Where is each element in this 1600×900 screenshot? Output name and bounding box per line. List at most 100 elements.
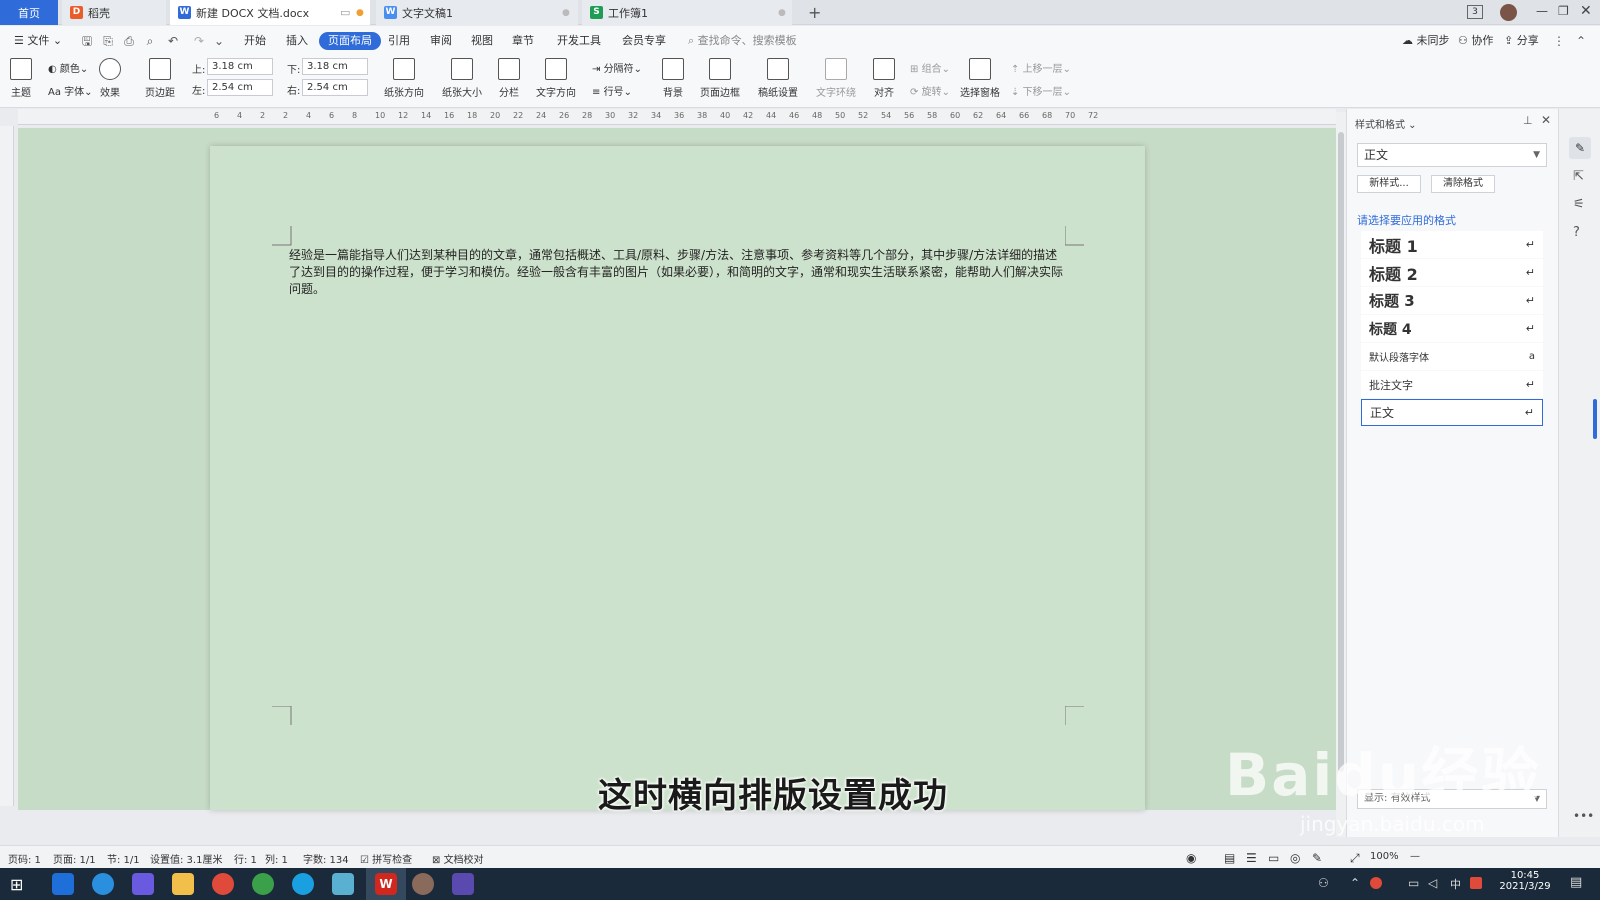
document-page[interactable] [210,146,1145,810]
tray-app-icon[interactable] [1370,877,1382,889]
vertical-ruler[interactable] [0,126,14,806]
clear-format-button[interactable]: 清除格式 [1431,175,1495,193]
close-icon[interactable]: ✕ [1580,3,1592,19]
properties-icon[interactable]: ⚟ [1573,197,1585,212]
sogou-app-icon[interactable] [92,873,114,895]
status-position[interactable]: 设置值: 3.1厘米 [150,851,222,866]
windows-start-icon[interactable]: ⊞ [10,875,23,894]
doc-check-toggle[interactable]: ⊠ 文档校对 [432,851,484,866]
wrap-text-button[interactable]: 文字环绕 [816,58,856,99]
menu-developer[interactable]: 开发工具 [551,32,607,50]
zoom-level[interactable]: 100% [1370,851,1399,862]
color-button[interactable]: ◐ 颜色⌄ [48,60,88,75]
chrome-icon[interactable] [212,873,234,895]
person-icon[interactable]: ⚇ [1318,876,1329,890]
close-panel-icon[interactable]: ✕ [1541,113,1551,127]
menu-view[interactable]: 视图 [465,32,499,50]
monitor-icon[interactable]: ▭ [340,6,350,19]
breaks-button[interactable]: ⇥ 分隔符⌄ [592,60,642,75]
network-icon[interactable]: ▭ [1408,876,1419,890]
status-section[interactable]: 节: 1/1 [107,851,140,866]
style-brush-icon[interactable]: ✎ [1569,137,1591,159]
tab-doc-active[interactable]: W 新建 DOCX 文档.docx ▭ ● [170,0,370,25]
style-heading-4[interactable]: 标题 4 ↵ [1361,315,1543,342]
margins-button[interactable]: 页边距 [145,58,175,99]
chrome-alt-icon[interactable] [252,873,274,895]
margin-right-input[interactable]: 2.54 cm [302,79,368,96]
status-word-count[interactable]: 字数: 134 [303,851,349,866]
pointer-icon[interactable]: ⇱ [1573,169,1584,184]
panel-scroll-indicator[interactable] [1593,399,1597,439]
edit-view-icon[interactable]: ✎ [1312,851,1322,865]
margin-top-input[interactable]: 3.18 cm [207,58,273,75]
grid-settings-button[interactable]: 稿纸设置 [758,58,798,99]
volume-icon[interactable]: ◁ [1428,876,1437,890]
page-border-button[interactable]: 页面边框 [700,58,740,99]
status-page-num[interactable]: 页码: 1 [8,851,41,866]
background-button[interactable]: 背景 [662,58,684,99]
scrollbar-thumb[interactable] [1338,132,1344,772]
file-menu[interactable]: ☰ 文件 ⌄ [8,32,68,50]
size-button[interactable]: 纸张大小 [442,58,482,99]
menu-chapter[interactable]: 章节 [506,32,540,50]
margin-left-input[interactable]: 2.54 cm [207,79,273,96]
media-player-icon[interactable] [452,873,474,895]
new-style-button[interactable]: 新样式... [1357,175,1421,193]
collab-button[interactable]: ⚇ 协作 [1452,32,1499,50]
style-heading-3[interactable]: 标题 3 ↵ [1361,287,1543,314]
fit-page-icon[interactable]: ⤢ [1350,851,1360,866]
menu-references[interactable]: 引用 [382,32,416,50]
theme-button[interactable]: 主题 [10,58,32,99]
wps-taskbar-active[interactable]: W [366,868,406,900]
rotate-button[interactable]: ⟳ 旋转⌄ [910,83,950,98]
command-search[interactable]: ⌕ 查找命令、搜索模板 [682,32,803,50]
status-row[interactable]: 行: 1 [234,851,257,866]
cube-app-icon[interactable] [132,873,154,895]
tray-expand-icon[interactable]: ⌃ [1350,876,1360,890]
undo-icon[interactable]: ↶ [166,34,180,48]
page-view-icon[interactable]: ▤ [1224,851,1235,865]
effect-button[interactable]: 效果 [99,58,121,99]
clock[interactable]: 10:45 2021/3/29 [1495,870,1555,892]
style-normal-selected[interactable]: 正文 ↵ [1361,399,1543,426]
eye-protection-icon[interactable]: ◉ [1186,851,1196,865]
group-button[interactable]: ⊞ 组合⌄ [910,60,950,75]
tab-doc2[interactable]: W 文字文稿1 ● [376,0,578,25]
menu-review[interactable]: 审阅 [424,32,458,50]
menu-insert[interactable]: 插入 [280,32,314,50]
font-button[interactable]: Aa 字体⌄ [48,83,93,98]
tab-sheet[interactable]: S 工作簿1 ● [582,0,792,25]
help-icon[interactable]: ? [1573,225,1580,240]
photo-app-icon[interactable] [412,873,434,895]
ime-indicator[interactable]: 中 [1450,876,1461,892]
print-icon[interactable]: ⎙ [122,34,136,48]
send-backward-button[interactable]: ⇣ 下移一层⌄ [1011,83,1071,98]
web-view-icon[interactable]: ▭ [1268,851,1279,865]
print-preview-icon[interactable]: ⌕ [143,34,157,48]
align-button[interactable]: 对齐 [873,58,895,99]
new-tab-button[interactable]: + [800,0,829,25]
more-dots-icon[interactable]: ••• [1573,809,1594,823]
margin-bottom-input[interactable]: 3.18 cm [302,58,368,75]
menu-member[interactable]: 会员专享 [616,32,672,50]
tab-daoke[interactable]: D 稻壳 [62,0,166,25]
minimize-icon[interactable]: — [1536,4,1548,18]
outline-view-icon[interactable]: ☰ [1246,851,1257,865]
collapse-ribbon-icon[interactable]: ⌃ [1574,34,1588,48]
pin-icon[interactable]: ⊥ [1523,114,1533,127]
styles-panel-title[interactable]: 样式和格式 ⌄ [1355,116,1417,131]
avatar[interactable] [1500,4,1517,21]
style-comment-text[interactable]: 批注文字 ↵ [1361,371,1543,398]
style-heading-2[interactable]: 标题 2 ↵ [1361,259,1543,286]
line-numbers-button[interactable]: ≡ 行号⌄ [592,83,632,98]
columns-button[interactable]: 分栏 [498,58,520,99]
sync-button[interactable]: ☁ 未同步 [1396,32,1456,50]
selection-pane-button[interactable]: 选择窗格 [960,58,1000,99]
style-default-font[interactable]: 默认段落字体 a [1361,343,1543,370]
redo-icon[interactable]: ↷ [192,34,206,48]
orientation-button[interactable]: 纸张方向 [384,58,424,99]
menu-page-layout[interactable]: 页面布局 [319,32,381,50]
sogou-ime-icon[interactable] [1470,877,1482,889]
style-heading-1[interactable]: 标题 1 ↵ [1361,231,1543,258]
current-style-select[interactable]: 正文 ▼ [1357,143,1547,167]
